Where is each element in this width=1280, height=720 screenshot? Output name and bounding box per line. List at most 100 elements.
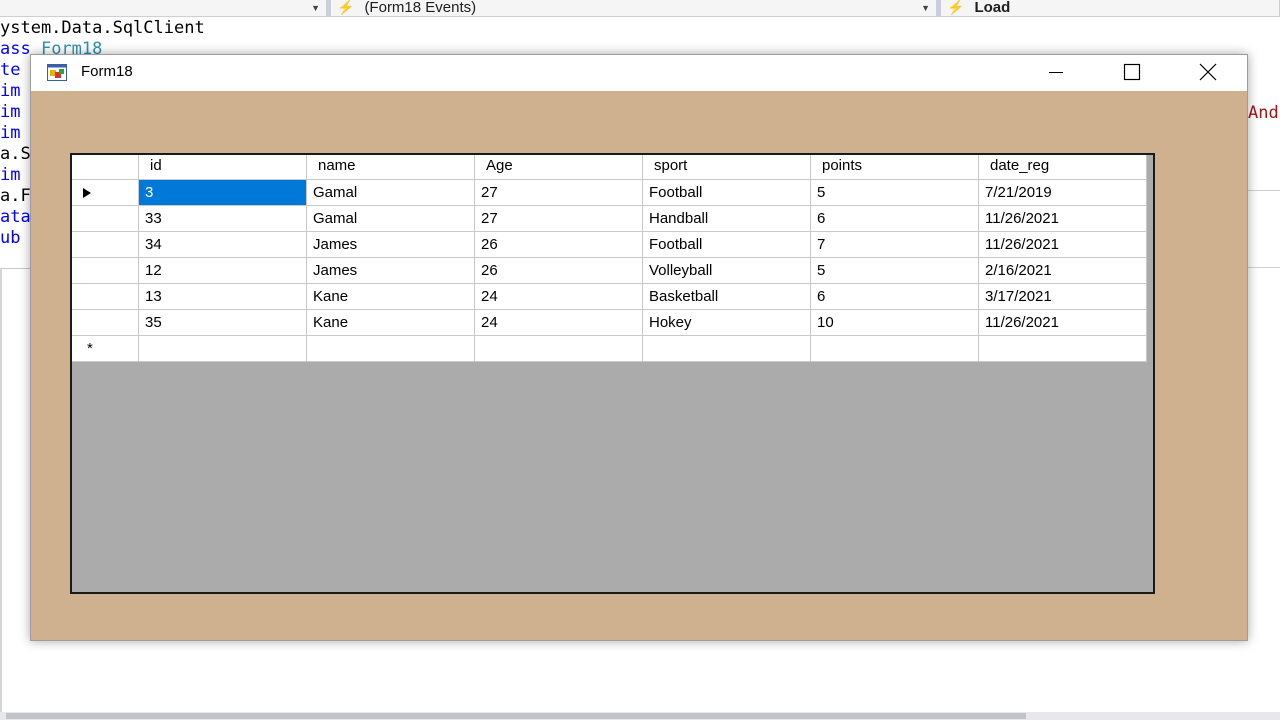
table-row[interactable]: 35 Kane 24 Hokey 10 11/26/2021 <box>72 310 1147 336</box>
code-token: a.S <box>0 144 31 164</box>
column-header-id[interactable]: id <box>139 155 307 180</box>
event-dropdown[interactable]: ⚡ Load <box>941 0 1280 16</box>
code-token: a.F <box>0 186 31 206</box>
new-row-cell-name[interactable] <box>307 336 475 362</box>
ide-side-panel <box>1248 190 1280 268</box>
code-token: ass <box>0 39 31 59</box>
column-header-sport[interactable]: sport <box>643 155 811 180</box>
cell-date-reg[interactable]: 11/26/2021 <box>979 206 1147 232</box>
window-title: Form18 <box>81 63 133 80</box>
cell-id[interactable]: 34 <box>139 232 307 258</box>
cell-points[interactable]: 7 <box>811 232 979 258</box>
cell-sport[interactable]: Volleyball <box>643 258 811 284</box>
column-header-date-reg[interactable]: date_reg <box>979 155 1147 180</box>
cell-age[interactable]: 27 <box>475 206 643 232</box>
cell-name[interactable]: Kane <box>307 310 475 336</box>
new-row-cell-date-reg[interactable] <box>979 336 1147 362</box>
cell-date-reg[interactable]: 2/16/2021 <box>979 258 1147 284</box>
cell-name[interactable]: Gamal <box>307 206 475 232</box>
top-left-header-cell[interactable] <box>72 155 139 180</box>
minimize-icon <box>1049 71 1063 73</box>
cell-sport[interactable]: Basketball <box>643 284 811 310</box>
cell-date-reg[interactable]: 3/17/2021 <box>979 284 1147 310</box>
ide-navigation-bar: ▼ ⚡ (Form18 Events) ▼ ⚡ Load <box>0 0 1280 17</box>
cell-points[interactable]: 5 <box>811 258 979 284</box>
cell-points[interactable]: 10 <box>811 310 979 336</box>
code-token: ystem.Data.SqlClient <box>0 18 205 38</box>
event-bolt-icon: ⚡ <box>337 0 355 15</box>
cell-age[interactable]: 26 <box>475 232 643 258</box>
column-header-name[interactable]: name <box>307 155 475 180</box>
form18-window: Form18 id name Age sport points date_reg 3 Gama… <box>30 54 1248 641</box>
row-header[interactable] <box>72 258 139 284</box>
new-row[interactable]: * <box>72 336 1147 362</box>
code-fragment-right: And <box>1248 103 1279 123</box>
column-header-row: id name Age sport points date_reg <box>72 155 1147 181</box>
class-dropdown[interactable]: ▼ <box>0 0 327 16</box>
cell-id[interactable]: 35 <box>139 310 307 336</box>
member-dropdown[interactable]: ⚡ (Form18 Events) ▼ <box>331 0 937 16</box>
cell-age[interactable]: 26 <box>475 258 643 284</box>
new-row-cell-id[interactable] <box>139 336 307 362</box>
cell-points[interactable]: 6 <box>811 284 979 310</box>
cell-points[interactable]: 5 <box>811 180 979 206</box>
code-token: te <box>0 60 21 80</box>
window-titlebar[interactable]: Form18 <box>31 55 1247 91</box>
code-token: im <box>0 123 21 143</box>
cell-date-reg[interactable]: 11/26/2021 <box>979 310 1147 336</box>
table-row[interactable]: 3 Gamal 27 Football 5 7/21/2019 <box>72 180 1147 206</box>
cell-date-reg[interactable]: 11/26/2021 <box>979 232 1147 258</box>
maximize-button[interactable] <box>1109 55 1155 88</box>
current-row-pointer-icon <box>83 188 91 198</box>
scrollbar-thumb[interactable] <box>6 713 1026 719</box>
table-row[interactable]: 12 James 26 Volleyball 5 2/16/2021 <box>72 258 1147 284</box>
column-header-points[interactable]: points <box>811 155 979 180</box>
table-row[interactable]: 34 James 26 Football 7 11/26/2021 <box>72 232 1147 258</box>
code-token: ata <box>0 207 31 227</box>
new-row-cell-age[interactable] <box>475 336 643 362</box>
member-dropdown-label: (Form18 Events) <box>364 0 477 16</box>
code-token: ub <box>0 228 21 248</box>
cell-id[interactable]: 13 <box>139 284 307 310</box>
row-header[interactable] <box>72 206 139 232</box>
cell-name[interactable]: James <box>307 258 475 284</box>
row-header[interactable] <box>72 232 139 258</box>
row-header[interactable] <box>72 310 139 336</box>
new-row-header[interactable]: * <box>72 336 139 362</box>
cell-name[interactable]: Gamal <box>307 180 475 206</box>
cell-id[interactable]: 3 <box>139 180 307 206</box>
new-row-cell-sport[interactable] <box>643 336 811 362</box>
event-dropdown-label: Load <box>974 0 1011 16</box>
data-grid-view[interactable]: id name Age sport points date_reg 3 Gamal 27 Foot… <box>70 153 1155 594</box>
code-token: im <box>0 102 21 122</box>
row-header[interactable] <box>72 284 139 310</box>
new-row-marker: * <box>87 340 93 357</box>
cell-age[interactable]: 27 <box>475 180 643 206</box>
minimize-button[interactable] <box>1033 55 1079 88</box>
cell-id[interactable]: 33 <box>139 206 307 232</box>
horizontal-scrollbar[interactable] <box>0 712 1280 720</box>
new-row-cell-points[interactable] <box>811 336 979 362</box>
close-button[interactable] <box>1185 55 1231 88</box>
maximize-icon <box>1123 63 1141 80</box>
cell-sport[interactable]: Hokey <box>643 310 811 336</box>
table-row[interactable]: 13 Kane 24 Basketball 6 3/17/2021 <box>72 284 1147 310</box>
cell-age[interactable]: 24 <box>475 310 643 336</box>
cell-sport[interactable]: Handball <box>643 206 811 232</box>
cell-date-reg[interactable]: 7/21/2019 <box>979 180 1147 206</box>
table-row[interactable]: 33 Gamal 27 Handball 6 11/26/2021 <box>72 206 1147 232</box>
code-token: im <box>0 165 21 185</box>
cell-age[interactable]: 24 <box>475 284 643 310</box>
cell-id[interactable]: 12 <box>139 258 307 284</box>
code-token: im <box>0 81 21 101</box>
chevron-down-icon: ▼ <box>921 3 930 13</box>
row-header[interactable] <box>72 180 139 206</box>
chevron-down-icon: ▼ <box>311 3 320 13</box>
cell-name[interactable]: James <box>307 232 475 258</box>
app-form-icon <box>47 64 67 81</box>
cell-sport[interactable]: Football <box>643 232 811 258</box>
cell-points[interactable]: 6 <box>811 206 979 232</box>
column-header-age[interactable]: Age <box>475 155 643 180</box>
cell-name[interactable]: Kane <box>307 284 475 310</box>
cell-sport[interactable]: Football <box>643 180 811 206</box>
